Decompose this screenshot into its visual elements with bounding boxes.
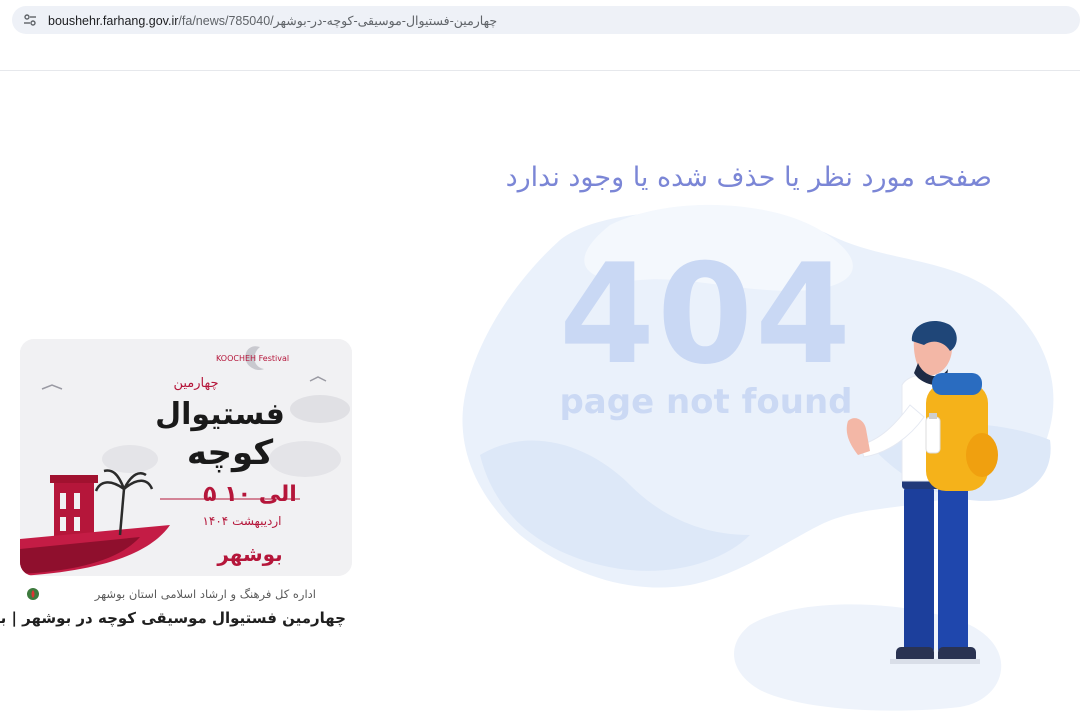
poster-artwork: KOOCHEH Festival چهارمین فستیوال کوچه ۵ … <box>20 339 352 576</box>
poster-badge: KOOCHEH Festival <box>216 354 289 363</box>
url-path: /fa/news/785040/چهارمین-فستیوال-موسیقی-ک… <box>178 13 498 28</box>
poster-title-line2: کوچه <box>187 433 273 473</box>
poster-title-line1: فستیوال <box>155 397 285 432</box>
tune-icon[interactable] <box>22 12 38 28</box>
poster-dates: ۵ الی ۱۰ <box>203 482 297 507</box>
error-code-text: page not found <box>559 382 853 422</box>
news-card[interactable]: KOOCHEH Festival چهارمین فستیوال کوچه ۵ … <box>0 339 352 639</box>
poster-ordinal: چهارمین <box>173 376 218 391</box>
news-poster-image[interactable]: KOOCHEH Festival چهارمین فستیوال کوچه ۵ … <box>20 339 352 576</box>
url-host: boushehr.farhang.gov.ir <box>48 13 179 28</box>
browser-toolbar: boushehr.farhang.gov.ir/fa/news/785040/چ… <box>0 0 1080 71</box>
address-bar[interactable]: boushehr.farhang.gov.ir/fa/news/785040/چ… <box>12 6 1080 34</box>
error-code: 404 <box>558 234 854 395</box>
poster-city: بوشهر <box>216 542 282 566</box>
news-source[interactable]: اداره کل فرهنگ و ارشاد اسلامی استان بوشه… <box>26 587 316 601</box>
error-message: صفحه مورد نظر یا حذف شده یا وجود ندارد <box>505 162 992 193</box>
news-headline[interactable]: چهارمین فستیوال موسیقی کوچه در بوشهر | ب… <box>0 609 346 627</box>
url-text[interactable]: boushehr.farhang.gov.ir/fa/news/785040/چ… <box>48 13 497 28</box>
poster-month: اردیبهشت ۱۴۰۴ <box>202 514 281 529</box>
